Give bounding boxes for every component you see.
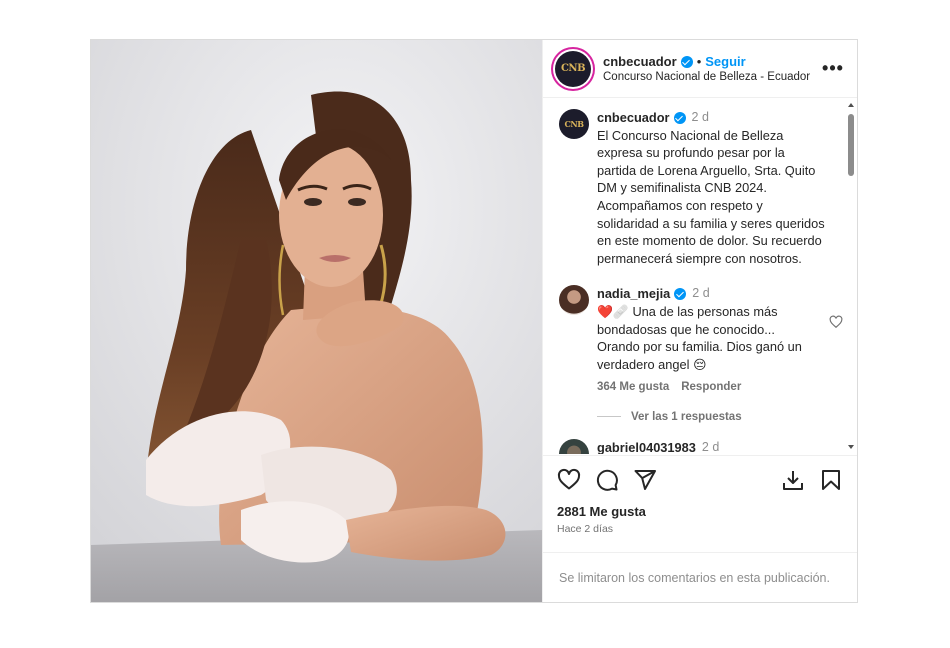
comment-text-wrap: ❤️🩹 Una de las personas más bondadosas q… xyxy=(597,303,815,373)
comment-item: gabriel04031983 2 d xyxy=(543,438,857,454)
download-icon[interactable] xyxy=(781,468,805,492)
caption-comment: CNB cnbecuador 2 d El Concurso Nacional … xyxy=(543,99,857,267)
comment-item: nadia_mejia 2 d ❤️🩹 Una de las personas … xyxy=(543,285,857,397)
verified-badge-icon xyxy=(674,288,687,301)
follow-button[interactable]: Seguir xyxy=(705,54,745,69)
instagram-post: CNB cnbecuador • Seguir Concurso Naciona… xyxy=(90,39,858,603)
comment-head: gabriel04031983 2 d xyxy=(597,439,841,454)
post-photo[interactable] xyxy=(91,40,542,602)
comment-username[interactable]: nadia_mejia xyxy=(597,285,670,303)
post-header: CNB cnbecuador • Seguir Concurso Naciona… xyxy=(543,40,857,98)
caption-time: 2 d xyxy=(691,110,709,124)
comment-username[interactable]: gabriel04031983 xyxy=(597,439,696,454)
comment-time: 2 d xyxy=(692,286,710,301)
reply-button[interactable]: Responder xyxy=(681,379,741,397)
comment-icon[interactable] xyxy=(595,468,619,492)
post-actions: 2881 Me gusta Hace 2 días xyxy=(543,455,857,535)
comment-emoji-suffix: 😔 xyxy=(693,356,707,372)
comments-limited-notice: Se limitaron los comentarios en esta pub… xyxy=(543,552,857,585)
caption-head: cnbecuador 2 d xyxy=(597,109,827,127)
portrait-illustration xyxy=(91,40,542,602)
header-text: cnbecuador • Seguir Concurso Nacional de… xyxy=(603,54,821,83)
bookmark-icon[interactable] xyxy=(819,468,843,492)
verified-badge-icon xyxy=(680,55,693,68)
account-avatar[interactable]: CNB xyxy=(555,50,591,87)
comment-body: gabriel04031983 2 d xyxy=(597,439,841,454)
account-username[interactable]: cnbecuador xyxy=(603,54,677,69)
comment-emoji-prefix: ❤️🩹 xyxy=(597,303,629,319)
comment-head: nadia_mejia 2 d xyxy=(597,285,815,303)
post-location[interactable]: Concurso Nacional de Belleza - Ecuador xyxy=(603,71,821,83)
commenter-avatar[interactable] xyxy=(559,285,589,316)
caption-body: cnbecuador 2 d El Concurso Nacional de B… xyxy=(597,109,841,267)
post-side-panel: CNB cnbecuador • Seguir Concurso Naciona… xyxy=(542,40,857,602)
comment-body: nadia_mejia 2 d ❤️🩹 Una de las personas … xyxy=(597,285,841,397)
caption-avatar[interactable]: CNB xyxy=(559,109,589,139)
post-likes-count[interactable]: 2881 Me gusta xyxy=(557,504,843,519)
caption-username[interactable]: cnbecuador xyxy=(597,109,670,127)
heart-icon[interactable] xyxy=(557,468,581,492)
share-icon[interactable] xyxy=(633,468,657,492)
comment-like-heart-icon[interactable] xyxy=(829,315,843,329)
action-icons xyxy=(557,466,843,494)
caption-text: El Concurso Nacional de Belleza expresa … xyxy=(597,127,825,266)
post-timestamp: Hace 2 días xyxy=(557,523,614,535)
verified-badge-icon xyxy=(673,111,686,124)
more-options-icon[interactable]: ••• xyxy=(821,58,845,79)
comment-likes[interactable]: 364 Me gusta xyxy=(597,379,669,397)
comments-list[interactable]: CNB cnbecuador 2 d El Concurso Nacional … xyxy=(543,99,857,454)
header-line: cnbecuador • Seguir xyxy=(603,54,821,69)
view-replies-link[interactable]: Ver las 1 respuestas xyxy=(597,411,857,423)
separator-dot: • xyxy=(696,54,702,69)
commenter-avatar[interactable] xyxy=(559,438,589,454)
comment-time: 2 d xyxy=(701,439,720,454)
comment-meta: 364 Me gusta Responder xyxy=(597,379,815,397)
